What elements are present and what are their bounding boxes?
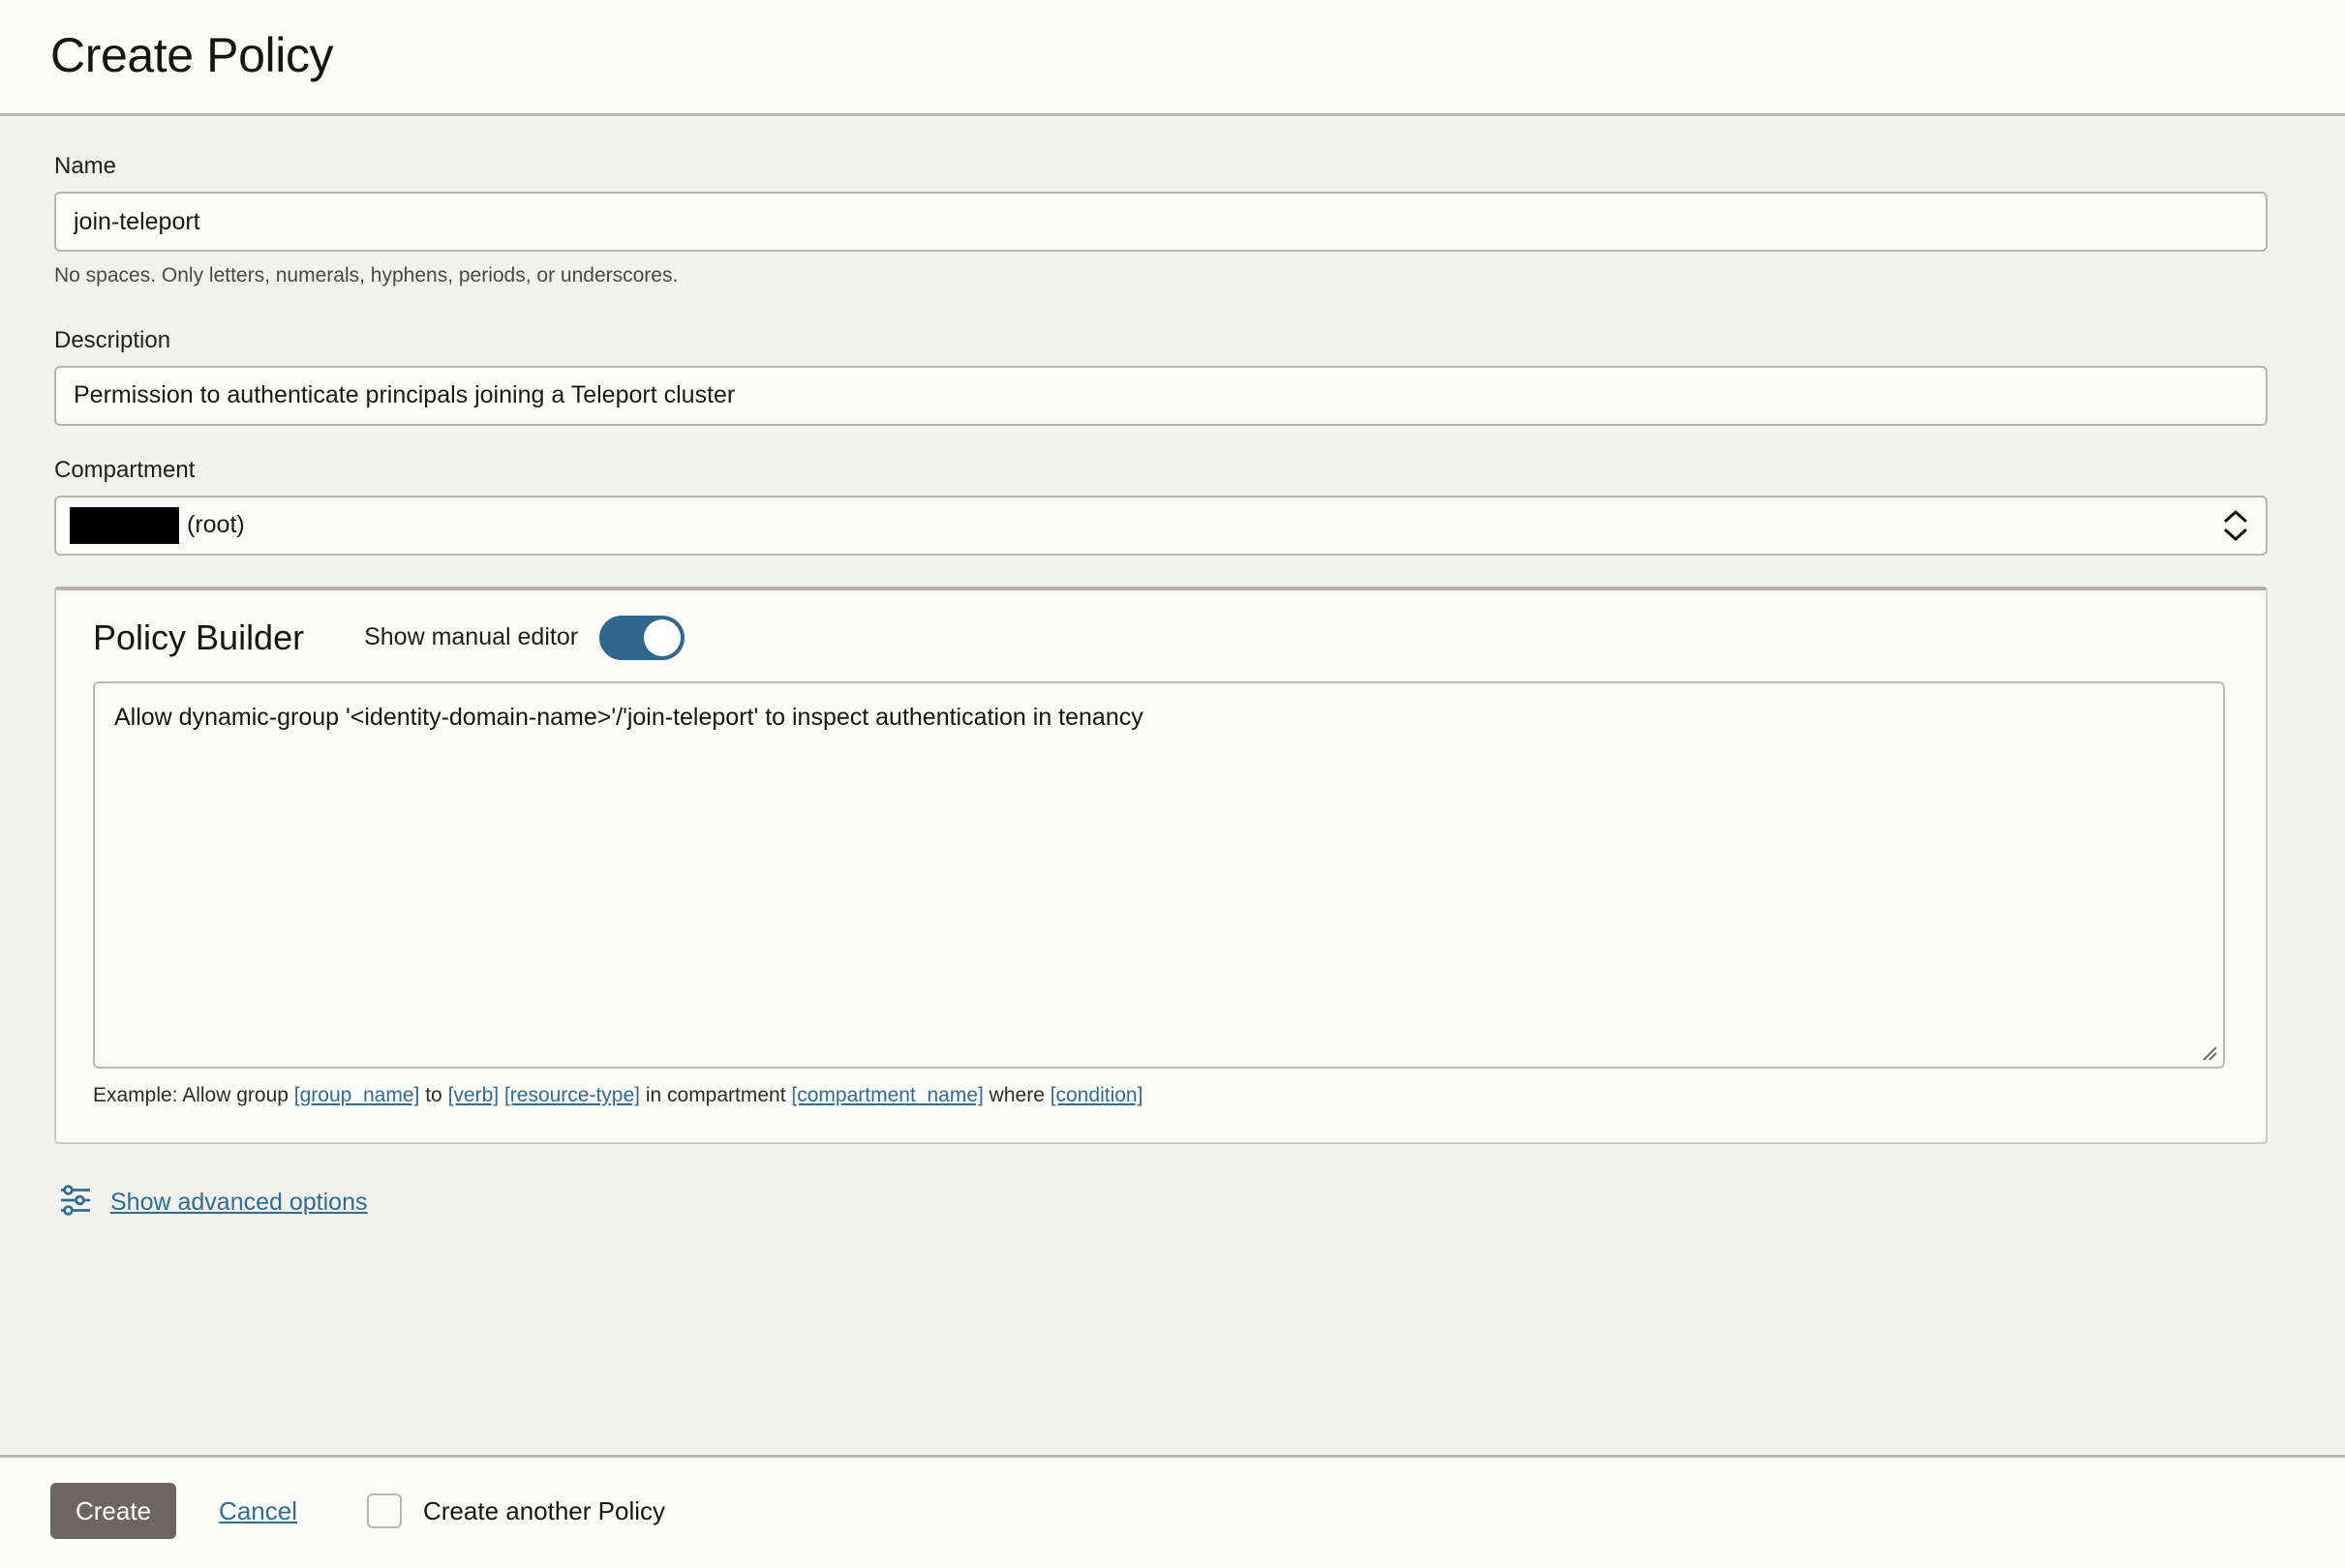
field-compartment: Compartment (root) [54, 455, 2291, 556]
name-input[interactable] [54, 192, 2268, 252]
field-name: Name No spaces. Only letters, numerals, … [54, 151, 2291, 290]
example-link-verb[interactable]: [verb] [448, 1084, 500, 1106]
form-body: Name No spaces. Only letters, numerals, … [0, 116, 2345, 1455]
name-helper-text: No spaces. Only letters, numerals, hyphe… [54, 262, 2291, 289]
page-title: Create Policy [50, 27, 2345, 84]
example-link-group-name[interactable]: [group_name] [294, 1084, 420, 1106]
name-label: Name [54, 151, 2291, 181]
create-another-policy-group[interactable]: Create another Policy [367, 1493, 665, 1528]
toggle-knob [644, 619, 681, 656]
example-link-resource-type[interactable]: [resource-type] [504, 1084, 640, 1106]
redaction-box [70, 507, 179, 544]
policy-example-hint: Example: Allow group [group_name] to [ve… [93, 1081, 2229, 1109]
policy-builder-header: Policy Builder Show manual editor [93, 616, 2229, 660]
create-another-policy-checkbox[interactable] [367, 1493, 402, 1528]
compartment-label: Compartment [54, 455, 2291, 485]
example-prefix: Example: Allow group [93, 1084, 294, 1106]
example-mid3: in compartment [640, 1084, 791, 1106]
example-link-condition[interactable]: [condition] [1051, 1084, 1143, 1106]
example-mid1: to [419, 1084, 447, 1106]
page-header: Create Policy [0, 0, 2345, 116]
example-link-compartment-name[interactable]: [compartment_name] [791, 1084, 983, 1106]
policy-builder-title: Policy Builder [93, 617, 304, 658]
create-policy-page: Create Policy Name No spaces. Only lette… [0, 0, 2345, 1568]
create-another-policy-label: Create another Policy [423, 1496, 665, 1526]
policy-statement-wrap: Allow dynamic-group '<identity-domain-na… [93, 681, 2225, 1069]
page-footer: Create Cancel Create another Policy [0, 1455, 2345, 1568]
show-manual-editor-toggle[interactable] [599, 616, 685, 660]
compartment-select-box[interactable]: (root) [54, 496, 2268, 556]
sliders-icon [58, 1183, 93, 1222]
show-manual-editor-label: Show manual editor [364, 625, 578, 649]
cancel-link[interactable]: Cancel [219, 1496, 297, 1526]
example-mid4: where [984, 1084, 1051, 1106]
spacer [54, 290, 2291, 325]
field-description: Description [54, 325, 2291, 426]
compartment-select[interactable]: (root) [54, 496, 2268, 556]
policy-statement-textarea[interactable]: Allow dynamic-group '<identity-domain-na… [93, 681, 2225, 1069]
compartment-value: (root) [187, 513, 245, 537]
description-input[interactable] [54, 366, 2268, 426]
create-button[interactable]: Create [50, 1483, 176, 1539]
show-advanced-options[interactable]: Show advanced options [58, 1183, 2291, 1222]
show-advanced-options-label[interactable]: Show advanced options [110, 1189, 367, 1217]
description-label: Description [54, 325, 2291, 355]
spacer [54, 426, 2291, 455]
policy-builder-panel: Policy Builder Show manual editor Allow … [54, 587, 2268, 1144]
